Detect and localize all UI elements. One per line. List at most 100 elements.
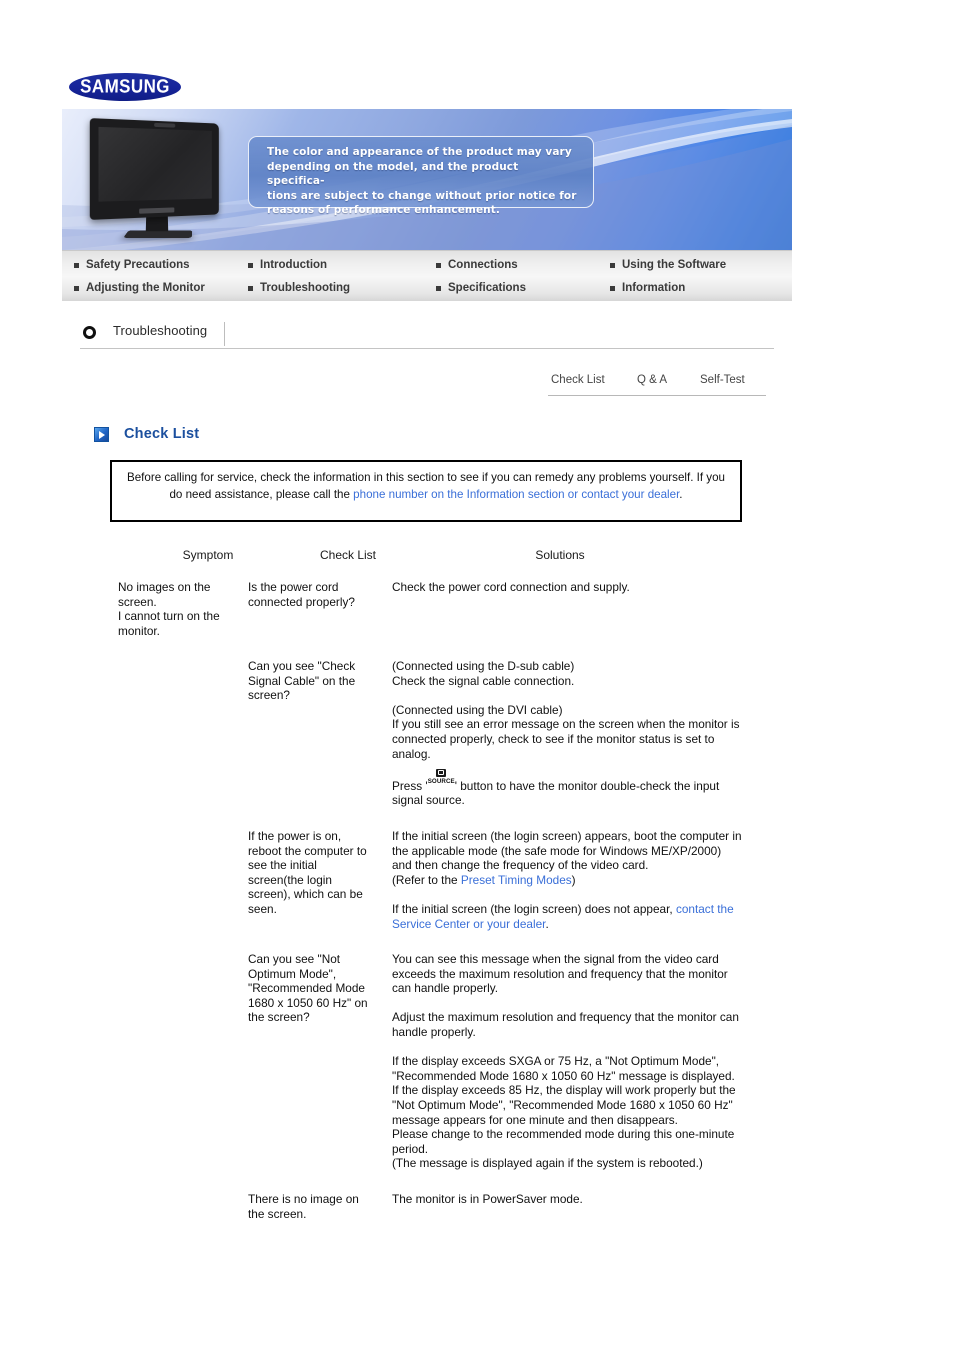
cell-solutions: The monitor is in PowerSaver mode. xyxy=(392,1192,744,1207)
table-header-row: Symptom Check List Solutions xyxy=(110,548,770,580)
nav-item-introduction[interactable]: Introduction xyxy=(248,255,327,275)
banner-notice-line-1: The color and appearance of the product … xyxy=(267,146,572,158)
service-notice-text: Before calling for service, check the in… xyxy=(122,470,730,503)
cell-symptom: No images on the screen. I cannot turn on… xyxy=(118,580,244,638)
nav-label: Troubleshooting xyxy=(260,282,351,294)
hero-banner: The color and appearance of the product … xyxy=(62,109,792,250)
nav-item-troubleshooting[interactable]: Troubleshooting xyxy=(248,278,350,298)
nav-row-1: Safety Precautions Introduction Connecti… xyxy=(62,255,792,278)
inline-link[interactable]: Preset Timing Modes xyxy=(461,873,572,887)
nav-label: Information xyxy=(622,282,686,294)
nav-label: Connections xyxy=(448,259,518,271)
monitor-screen xyxy=(98,126,212,202)
monitor-product-image xyxy=(86,118,236,244)
monitor-body xyxy=(89,118,219,220)
table-row: If the power is on, reboot the computer … xyxy=(110,829,770,952)
section-title: Troubleshooting xyxy=(113,323,208,338)
bullet-icon xyxy=(436,262,441,268)
column-header-symptom: Symptom xyxy=(182,548,234,562)
text-line: You can see this message when the signal… xyxy=(392,952,728,996)
solution-block: (Connected using the DVI cable) If you st… xyxy=(392,703,744,761)
text-before: Press ' xyxy=(392,778,428,793)
banner-notice-line-4: reasons of performance enhancement. xyxy=(267,204,500,217)
solution-block: Adjust the maximum resolution and freque… xyxy=(392,1010,744,1039)
cell-check-list: There is no image on the screen. xyxy=(248,1192,359,1221)
cell-check-list: Can you see "Not Optimum Mode", "Recomme… xyxy=(248,952,368,1025)
cell-check-list: If the power is on, reboot the computer … xyxy=(248,829,367,916)
main-navigation: Safety Precautions Introduction Connecti… xyxy=(62,250,792,301)
play-arrow-icon xyxy=(94,426,109,442)
nav-item-information[interactable]: Information xyxy=(610,278,685,298)
solution-block: If the display exceeds SXGA or 75 Hz, a … xyxy=(392,1054,744,1171)
service-notice-box: Before calling for service, check the in… xyxy=(110,460,742,522)
nav-item-safety-precautions[interactable]: Safety Precautions xyxy=(74,255,190,275)
sub-tab-rule xyxy=(548,395,766,396)
link-prefix: (Refer to the xyxy=(392,872,461,887)
nav-label: Introduction xyxy=(260,259,328,271)
tab-self-test[interactable]: Self-Test xyxy=(700,374,745,386)
source-button-icon: SOURCE xyxy=(427,768,455,792)
cell-solutions: You can see this message when the signal… xyxy=(392,952,744,1171)
cell-solutions: Check the power cord connection and supp… xyxy=(392,580,744,595)
nav-item-specifications[interactable]: Specifications xyxy=(436,278,526,298)
text-line: No images on the screen. xyxy=(118,580,211,609)
monitor-brand-plate xyxy=(139,207,175,214)
source-button-label: SOURCE xyxy=(427,777,455,785)
text-line: (Connected using the D-sub cable) xyxy=(392,659,575,673)
nav-label: Safety Precautions xyxy=(86,259,190,271)
link-line: (Refer to the Preset Timing Modes) xyxy=(392,873,744,888)
nav-row-2: Adjusting the Monitor Troubleshooting Sp… xyxy=(62,278,792,301)
source-glyph-icon xyxy=(435,768,446,777)
ring-icon xyxy=(83,326,96,339)
link-suffix: ) xyxy=(571,872,576,887)
nav-item-adjusting-the-monitor[interactable]: Adjusting the Monitor xyxy=(74,278,205,298)
section-header-rule xyxy=(80,348,774,349)
page-title: Check List xyxy=(94,423,199,445)
text-line: (Connected using the DVI cable) xyxy=(392,702,563,717)
bullet-icon xyxy=(248,285,253,291)
banner-notice-line-2: depending on the model, and the product … xyxy=(267,160,519,188)
text-line: Check the signal cable connection. xyxy=(392,673,575,688)
text-line: If the initial screen (the login screen)… xyxy=(392,829,742,873)
table-row: Can you see "Not Optimum Mode", "Recomme… xyxy=(110,952,770,1192)
nav-label: Using the Software xyxy=(622,259,727,271)
notice-link[interactable]: phone number on the Information section … xyxy=(353,488,679,501)
tab-q-and-a[interactable]: Q & A xyxy=(637,374,667,386)
check-list-table: Symptom Check List Solutions No images o… xyxy=(110,548,770,1221)
section-header: Troubleshooting xyxy=(80,322,774,348)
header-divider xyxy=(224,322,225,346)
text-line: Please change to the recommended mode du… xyxy=(392,1127,735,1156)
cell-check-list: Can you see "Check Signal Cable" on the … xyxy=(248,659,356,703)
text-line: Adjust the maximum resolution and freque… xyxy=(392,1010,739,1039)
page-title-label: Check List xyxy=(124,426,200,442)
link-suffix: . xyxy=(545,916,549,931)
table-row: No images on the screen. I cannot turn on… xyxy=(110,580,770,659)
cell-solutions: If the initial screen (the login screen)… xyxy=(392,829,744,931)
link-line: If the initial screen (the login screen)… xyxy=(392,902,744,931)
cell-solutions: (Connected using the D-sub cable) Check t… xyxy=(392,659,744,808)
monitor-top-accent xyxy=(154,122,176,128)
solution-block: You can see this message when the signal… xyxy=(392,952,744,996)
tab-check-list[interactable]: Check List xyxy=(551,374,605,386)
column-header-solutions: Solutions xyxy=(535,548,585,562)
nav-item-using-the-software[interactable]: Using the Software xyxy=(610,255,726,275)
bullet-icon xyxy=(610,285,615,291)
notice-part-2: . xyxy=(679,487,683,501)
monitor-neck xyxy=(145,215,169,232)
solution-block: The monitor is in PowerSaver mode. xyxy=(392,1192,744,1207)
manual-page: SAMSUNG The color and appearance of the … xyxy=(0,0,954,1351)
link-prefix: If the initial screen (the login screen)… xyxy=(392,901,676,916)
banner-notice-box: The color and appearance of the product … xyxy=(248,136,594,216)
bullet-icon xyxy=(248,262,253,268)
nav-item-connections[interactable]: Connections xyxy=(436,255,518,275)
samsung-logo: SAMSUNG xyxy=(69,71,181,103)
solution-block: (Connected using the D-sub cable) Check t… xyxy=(392,659,744,688)
text-line: I cannot turn on the monitor. xyxy=(118,609,220,638)
bullet-icon xyxy=(74,285,79,291)
logo-wordmark: SAMSUNG xyxy=(79,75,171,98)
source-button-instruction: Press ' SOURCE ' button to have the monito… xyxy=(392,768,744,808)
bullet-icon xyxy=(610,262,615,268)
table-body: No images on the screen. I cannot turn on… xyxy=(110,580,770,1221)
solution-block: If the initial screen (the login screen)… xyxy=(392,829,744,873)
nav-label: Specifications xyxy=(448,282,526,294)
